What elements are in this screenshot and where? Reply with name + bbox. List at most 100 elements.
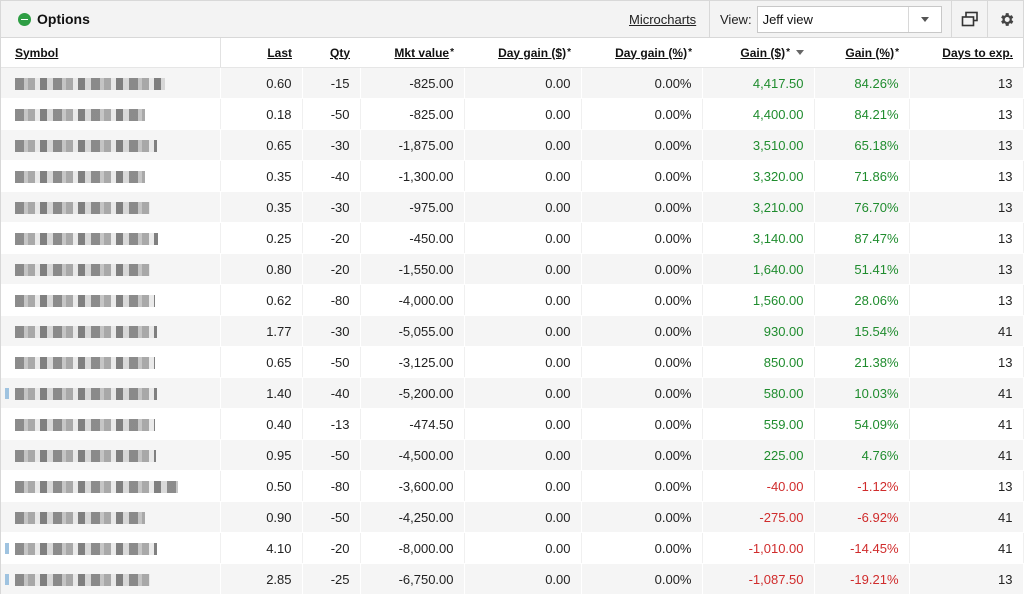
table-row[interactable]: 0.62 -80 -4,000.00 0.00 0.00% 1,560.00 28.06% 1…: [1, 284, 1024, 316]
table-row[interactable]: 0.80 -20 -1,550.00 0.00 0.00% 1,640.00 51.41% 1…: [1, 253, 1024, 285]
mkt-value-cell: -4,250.00: [360, 501, 465, 533]
table-row[interactable]: 2.85 -25 -6,750.00 0.00 0.00% -1,087.50 -19.21…: [1, 563, 1024, 595]
day-gain-cell: 0.00: [464, 191, 582, 223]
day-gain-cell: 0.00: [464, 470, 582, 502]
col-header-day-gain-pct[interactable]: Day gain (%)*: [581, 38, 702, 68]
gain-pct-cell: 4.76%: [814, 439, 910, 471]
symbol-cell[interactable]: [1, 284, 221, 316]
days-to-exp-cell: 13: [909, 67, 1024, 99]
qty-cell: -50: [302, 501, 361, 533]
day-gain-cell: 0.00: [464, 501, 582, 533]
table-row[interactable]: 0.35 -30 -975.00 0.00 0.00% 3,210.00 76.70% 13: [1, 191, 1024, 223]
gear-icon: [1000, 12, 1013, 26]
gain-pct-cell: 84.26%: [814, 67, 910, 99]
gain-cell: -40.00: [702, 470, 815, 502]
redacted-symbol: [15, 481, 178, 494]
microcharts-link[interactable]: Microcharts: [629, 12, 696, 27]
table-row[interactable]: 1.77 -30 -5,055.00 0.00 0.00% 930.00 15.54% 41: [1, 315, 1024, 347]
symbol-cell[interactable]: [1, 470, 221, 502]
gain-pct-cell: 71.86%: [814, 160, 910, 192]
symbol-cell[interactable]: [1, 191, 221, 223]
day-gain-pct-cell: 0.00%: [581, 253, 703, 285]
last-cell: 0.90: [220, 501, 303, 533]
qty-cell: -30: [302, 191, 361, 223]
collapse-icon[interactable]: [18, 12, 31, 26]
row-indicator: [5, 543, 9, 554]
panel-title: Options: [37, 11, 90, 27]
table-row[interactable]: 0.40 -13 -474.50 0.00 0.00% 559.00 54.09% 41: [1, 408, 1024, 440]
symbol-cell[interactable]: [1, 408, 221, 440]
table-row[interactable]: 4.10 -20 -8,000.00 0.00 0.00% -1,010.00 -14.45…: [1, 532, 1024, 564]
symbol-cell[interactable]: [1, 315, 221, 347]
symbol-cell[interactable]: [1, 377, 221, 409]
col-header-day-gain[interactable]: Day gain ($)*: [464, 38, 581, 68]
table-row[interactable]: 0.50 -80 -3,600.00 0.00 0.00% -40.00 -1.12% 13: [1, 470, 1024, 502]
gain-pct-cell: 28.06%: [814, 284, 910, 316]
day-gain-cell: 0.00: [464, 408, 582, 440]
row-indicator: [5, 574, 9, 585]
col-header-symbol[interactable]: Symbol: [1, 38, 221, 68]
redacted-symbol: [15, 202, 150, 215]
mkt-value-cell: -4,500.00: [360, 439, 465, 471]
col-header-gain-pct[interactable]: Gain (%)*: [814, 38, 909, 68]
day-gain-cell: 0.00: [464, 315, 582, 347]
symbol-cell[interactable]: [1, 563, 221, 595]
day-gain-pct-cell: 0.00%: [581, 501, 703, 533]
table-row[interactable]: 0.25 -20 -450.00 0.00 0.00% 3,140.00 87.47% 13: [1, 222, 1024, 254]
gain-pct-cell: 65.18%: [814, 129, 910, 161]
symbol-cell[interactable]: [1, 98, 221, 130]
table-row[interactable]: 0.65 -30 -1,875.00 0.00 0.00% 3,510.00 65.18% 1…: [1, 129, 1024, 161]
mkt-value-cell: -825.00: [360, 98, 465, 130]
last-cell: 0.95: [220, 439, 303, 471]
symbol-cell[interactable]: [1, 129, 221, 161]
redacted-symbol: [15, 295, 155, 308]
chevron-down-icon: [920, 16, 929, 22]
panel-header: Options Microcharts View: Jeff view: [1, 1, 1023, 38]
symbol-cell[interactable]: [1, 501, 221, 533]
view-dropdown[interactable]: Jeff view: [756, 5, 942, 33]
mkt-value-cell: -1,550.00: [360, 253, 465, 285]
day-gain-cell: 0.00: [464, 160, 582, 192]
days-to-exp-cell: 13: [909, 253, 1024, 285]
gain-cell: 850.00: [702, 346, 815, 378]
gain-cell: 930.00: [702, 315, 815, 347]
gain-pct-cell: -19.21%: [814, 563, 910, 595]
popout-button[interactable]: [951, 1, 988, 37]
symbol-cell[interactable]: [1, 439, 221, 471]
symbol-cell[interactable]: [1, 67, 221, 99]
table-row[interactable]: 0.95 -50 -4,500.00 0.00 0.00% 225.00 4.76% 41: [1, 439, 1024, 471]
gain-cell: 4,417.50: [702, 67, 815, 99]
table-row[interactable]: 0.35 -40 -1,300.00 0.00 0.00% 3,320.00 71.86% 1…: [1, 160, 1024, 192]
redacted-symbol: [15, 357, 155, 370]
last-cell: 0.25: [220, 222, 303, 254]
table-row[interactable]: 0.90 -50 -4,250.00 0.00 0.00% -275.00 -6.92% 41: [1, 501, 1024, 533]
qty-cell: -25: [302, 563, 361, 595]
table-row[interactable]: 0.60 -15 -825.00 0.00 0.00% 4,417.50 84.26% 13: [1, 67, 1024, 99]
day-gain-pct-cell: 0.00%: [581, 315, 703, 347]
redacted-symbol: [15, 140, 157, 153]
symbol-cell[interactable]: [1, 532, 221, 564]
table-row[interactable]: 0.18 -50 -825.00 0.00 0.00% 4,400.00 84.21% 13: [1, 98, 1024, 130]
symbol-cell[interactable]: [1, 346, 221, 378]
mkt-value-cell: -3,600.00: [360, 470, 465, 502]
settings-button[interactable]: [987, 1, 1024, 37]
col-header-days-to-exp[interactable]: Days to exp.: [909, 38, 1023, 68]
days-to-exp-cell: 13: [909, 160, 1024, 192]
gain-pct-cell: 54.09%: [814, 408, 910, 440]
last-cell: 0.18: [220, 98, 303, 130]
view-dropdown-toggle[interactable]: [907, 6, 941, 32]
col-header-mkt-value[interactable]: Mkt value*: [360, 38, 464, 68]
gain-cell: 3,510.00: [702, 129, 815, 161]
gain-pct-cell: 21.38%: [814, 346, 910, 378]
options-panel: Options Microcharts View: Jeff view Symb…: [0, 0, 1024, 595]
symbol-cell[interactable]: [1, 253, 221, 285]
row-indicator: [5, 388, 9, 399]
day-gain-pct-cell: 0.00%: [581, 408, 703, 440]
table-row[interactable]: 0.65 -50 -3,125.00 0.00 0.00% 850.00 21.38% 13: [1, 346, 1024, 378]
table-row[interactable]: 1.40 -40 -5,200.00 0.00 0.00% 580.00 10.03% 41: [1, 377, 1024, 409]
col-header-last[interactable]: Last: [220, 38, 302, 68]
col-header-gain[interactable]: Gain ($)*: [702, 38, 814, 68]
symbol-cell[interactable]: [1, 160, 221, 192]
symbol-cell[interactable]: [1, 222, 221, 254]
col-header-qty[interactable]: Qty: [302, 38, 360, 68]
